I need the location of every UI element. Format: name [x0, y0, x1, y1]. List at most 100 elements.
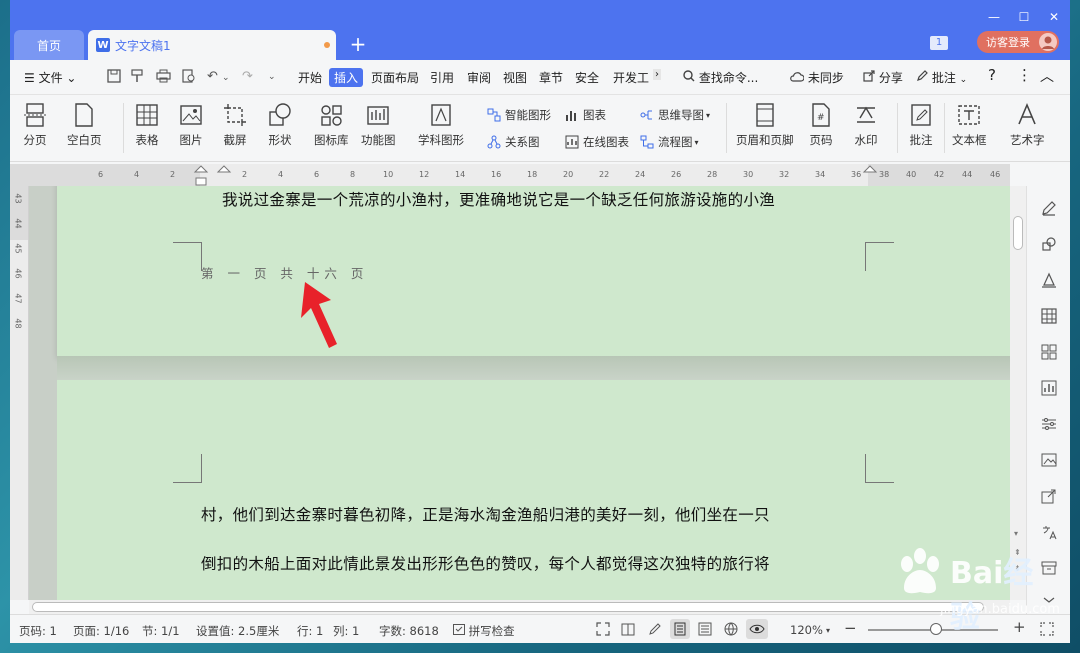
page-1[interactable]: 我说过金寨是一个荒凉的小渔村，更准确地说它是一个缺乏任何旅游设施的小渔 第 一 …: [57, 186, 1010, 356]
menu-more-icon[interactable]: ›: [653, 69, 661, 80]
textbox-button[interactable]: 文本框: [952, 102, 987, 148]
web-view-icon[interactable]: [724, 622, 738, 636]
chart-panel-icon[interactable]: [1041, 380, 1057, 396]
page-break-button[interactable]: 分页: [22, 102, 48, 148]
menu-view[interactable]: 视图: [503, 69, 527, 86]
file-menu[interactable]: ☰ 文件 ⌄: [24, 69, 76, 86]
image-panel-icon[interactable]: [1041, 452, 1057, 468]
window-count-badge[interactable]: 1: [930, 36, 948, 50]
smart-shape-button[interactable]: 智能图形: [487, 107, 551, 123]
ruler-tick: 24: [635, 170, 646, 179]
picture-button[interactable]: 图片: [178, 102, 204, 148]
chart-button[interactable]: 图表: [565, 107, 606, 123]
print-preview-icon[interactable]: [182, 69, 196, 87]
redo-icon[interactable]: ↷: [242, 69, 253, 84]
style-panel-icon[interactable]: [1041, 272, 1057, 288]
fit-window-icon[interactable]: [1040, 622, 1054, 636]
shape-button[interactable]: 形状: [267, 102, 293, 148]
relation-button[interactable]: 关系图: [487, 134, 540, 150]
page-number-button[interactable]: # 页码: [808, 102, 834, 148]
status-col[interactable]: 列: 1: [333, 623, 359, 639]
table-panel-icon[interactable]: [1041, 308, 1057, 324]
page-view-button[interactable]: [670, 619, 690, 639]
horizontal-scroll-thumb[interactable]: [32, 602, 984, 612]
vertical-ruler[interactable]: 43 44 45 46 47 48: [10, 186, 29, 600]
science-shape-button[interactable]: 学科图形: [418, 102, 464, 148]
fullscreen-icon[interactable]: [596, 622, 610, 636]
status-word-count[interactable]: 字数: 8618: [379, 623, 439, 639]
menu-developer[interactable]: 开发工: [613, 69, 649, 86]
page-2[interactable]: 村，他们到达金寨时暮色初降，正是海水淘金渔船归港的美好一刻，他们坐在一只 倒扣的…: [57, 380, 1010, 600]
tab-document[interactable]: W 文字文稿1: [88, 30, 336, 60]
settings-sliders-icon[interactable]: [1041, 416, 1057, 432]
screenshot-button[interactable]: 截屏: [222, 102, 248, 148]
menu-review[interactable]: 审阅: [467, 69, 491, 86]
comment-menu[interactable]: 批注 ⌄: [916, 69, 967, 86]
status-section[interactable]: 节: 1/1: [142, 623, 180, 639]
print-icon[interactable]: [156, 69, 171, 87]
more-options-icon[interactable]: ⋮: [1017, 66, 1032, 84]
status-row[interactable]: 行: 1: [297, 623, 323, 639]
menu-insert[interactable]: 插入: [329, 68, 364, 87]
collapse-ribbon-icon[interactable]: ︿: [1040, 66, 1054, 86]
visitor-login-label: 访客登录: [986, 36, 1030, 49]
maximize-icon[interactable]: ☐: [1014, 10, 1034, 24]
comment-button[interactable]: 批注: [908, 102, 934, 148]
save-icon[interactable]: [107, 69, 121, 87]
vertical-scroll-thumb[interactable]: [1013, 216, 1023, 250]
zoom-level[interactable]: 120%: [790, 623, 823, 637]
menu-page-layout[interactable]: 页面布局: [371, 69, 419, 86]
table-button[interactable]: 表格: [134, 102, 160, 148]
status-page[interactable]: 页面: 1/16: [73, 623, 129, 639]
flowchart-button[interactable]: 流程图 ▾: [640, 134, 699, 150]
eye-protection-button[interactable]: [746, 619, 768, 639]
search-command[interactable]: 查找命令...: [683, 69, 758, 86]
new-tab-button[interactable]: +: [348, 32, 368, 56]
menu-security[interactable]: 安全: [575, 69, 599, 86]
horizontal-ruler[interactable]: 6 4 2 2 4 6 8 10 12 14 16 18 20 22 24 26…: [10, 164, 1010, 187]
tab-home[interactable]: 首页: [14, 30, 84, 60]
quick-access-dropdown-icon[interactable]: ⌄: [268, 72, 276, 82]
shapes-panel-icon[interactable]: [1041, 236, 1057, 252]
menu-start[interactable]: 开始: [298, 69, 322, 86]
body-text-line[interactable]: 倒扣的木船上面对此情此景发出形形色色的赞叹，每个人都觉得这次独特的旅行将: [201, 552, 770, 574]
read-mode-icon[interactable]: [621, 622, 635, 636]
undo-icon[interactable]: ↶ ⌄: [207, 69, 230, 84]
close-icon[interactable]: ✕: [1044, 10, 1064, 24]
blank-page-button[interactable]: 空白页: [67, 102, 102, 148]
zoom-out-button[interactable]: −: [844, 619, 857, 637]
page-footer-text[interactable]: 第 一 页 共 十六 页: [201, 263, 368, 282]
format-painter-icon[interactable]: [130, 69, 144, 87]
status-setting[interactable]: 设置值: 2.5厘米: [196, 623, 279, 639]
translate-icon[interactable]: [1041, 524, 1057, 540]
visitor-login-button[interactable]: 访客登录: [977, 31, 1059, 53]
scroll-down-icon[interactable]: ▾: [1014, 529, 1018, 538]
spell-check-button[interactable]: 拼写检查: [453, 623, 515, 639]
body-text-line[interactable]: 我说过金寨是一个荒凉的小渔村，更准确地说它是一个缺乏任何旅游设施的小渔: [222, 188, 775, 210]
menu-chapter[interactable]: 章节: [539, 69, 563, 86]
zoom-dropdown-icon[interactable]: ▾: [826, 626, 830, 635]
horizontal-scrollbar[interactable]: [29, 600, 1010, 614]
grid-panel-icon[interactable]: [1041, 344, 1057, 360]
edit-pen-icon[interactable]: [1041, 200, 1057, 216]
mindmap-button[interactable]: 思维导图 ▾: [640, 107, 710, 123]
archive-icon[interactable]: [1041, 560, 1057, 576]
minimize-icon[interactable]: —: [984, 10, 1004, 24]
function-chart-button[interactable]: 功能图: [361, 102, 396, 148]
search-icon: [683, 70, 699, 85]
help-icon[interactable]: ?: [988, 66, 996, 84]
header-footer-button[interactable]: 页眉和页脚: [736, 102, 794, 148]
sync-status[interactable]: 未同步: [790, 69, 844, 86]
export-icon[interactable]: [1041, 488, 1057, 504]
status-page-code[interactable]: 页码: 1: [19, 623, 57, 639]
menu-reference[interactable]: 引用: [430, 69, 454, 86]
online-chart-button[interactable]: 在线图表: [565, 134, 629, 150]
body-text-line[interactable]: 村，他们到达金寨时暮色初降，正是海水淘金渔船归港的美好一刻，他们坐在一只: [201, 503, 770, 525]
share-button[interactable]: 分享: [863, 69, 903, 86]
document-canvas[interactable]: 我说过金寨是一个荒凉的小渔村，更准确地说它是一个缺乏任何旅游设施的小渔 第 一 …: [29, 186, 1010, 600]
outline-view-icon[interactable]: [698, 622, 712, 636]
icon-library-button[interactable]: 图标库: [314, 102, 349, 148]
wordart-button[interactable]: 艺术字: [1010, 102, 1045, 148]
watermark-button[interactable]: 水印: [853, 102, 879, 148]
write-mode-icon[interactable]: [648, 622, 662, 636]
